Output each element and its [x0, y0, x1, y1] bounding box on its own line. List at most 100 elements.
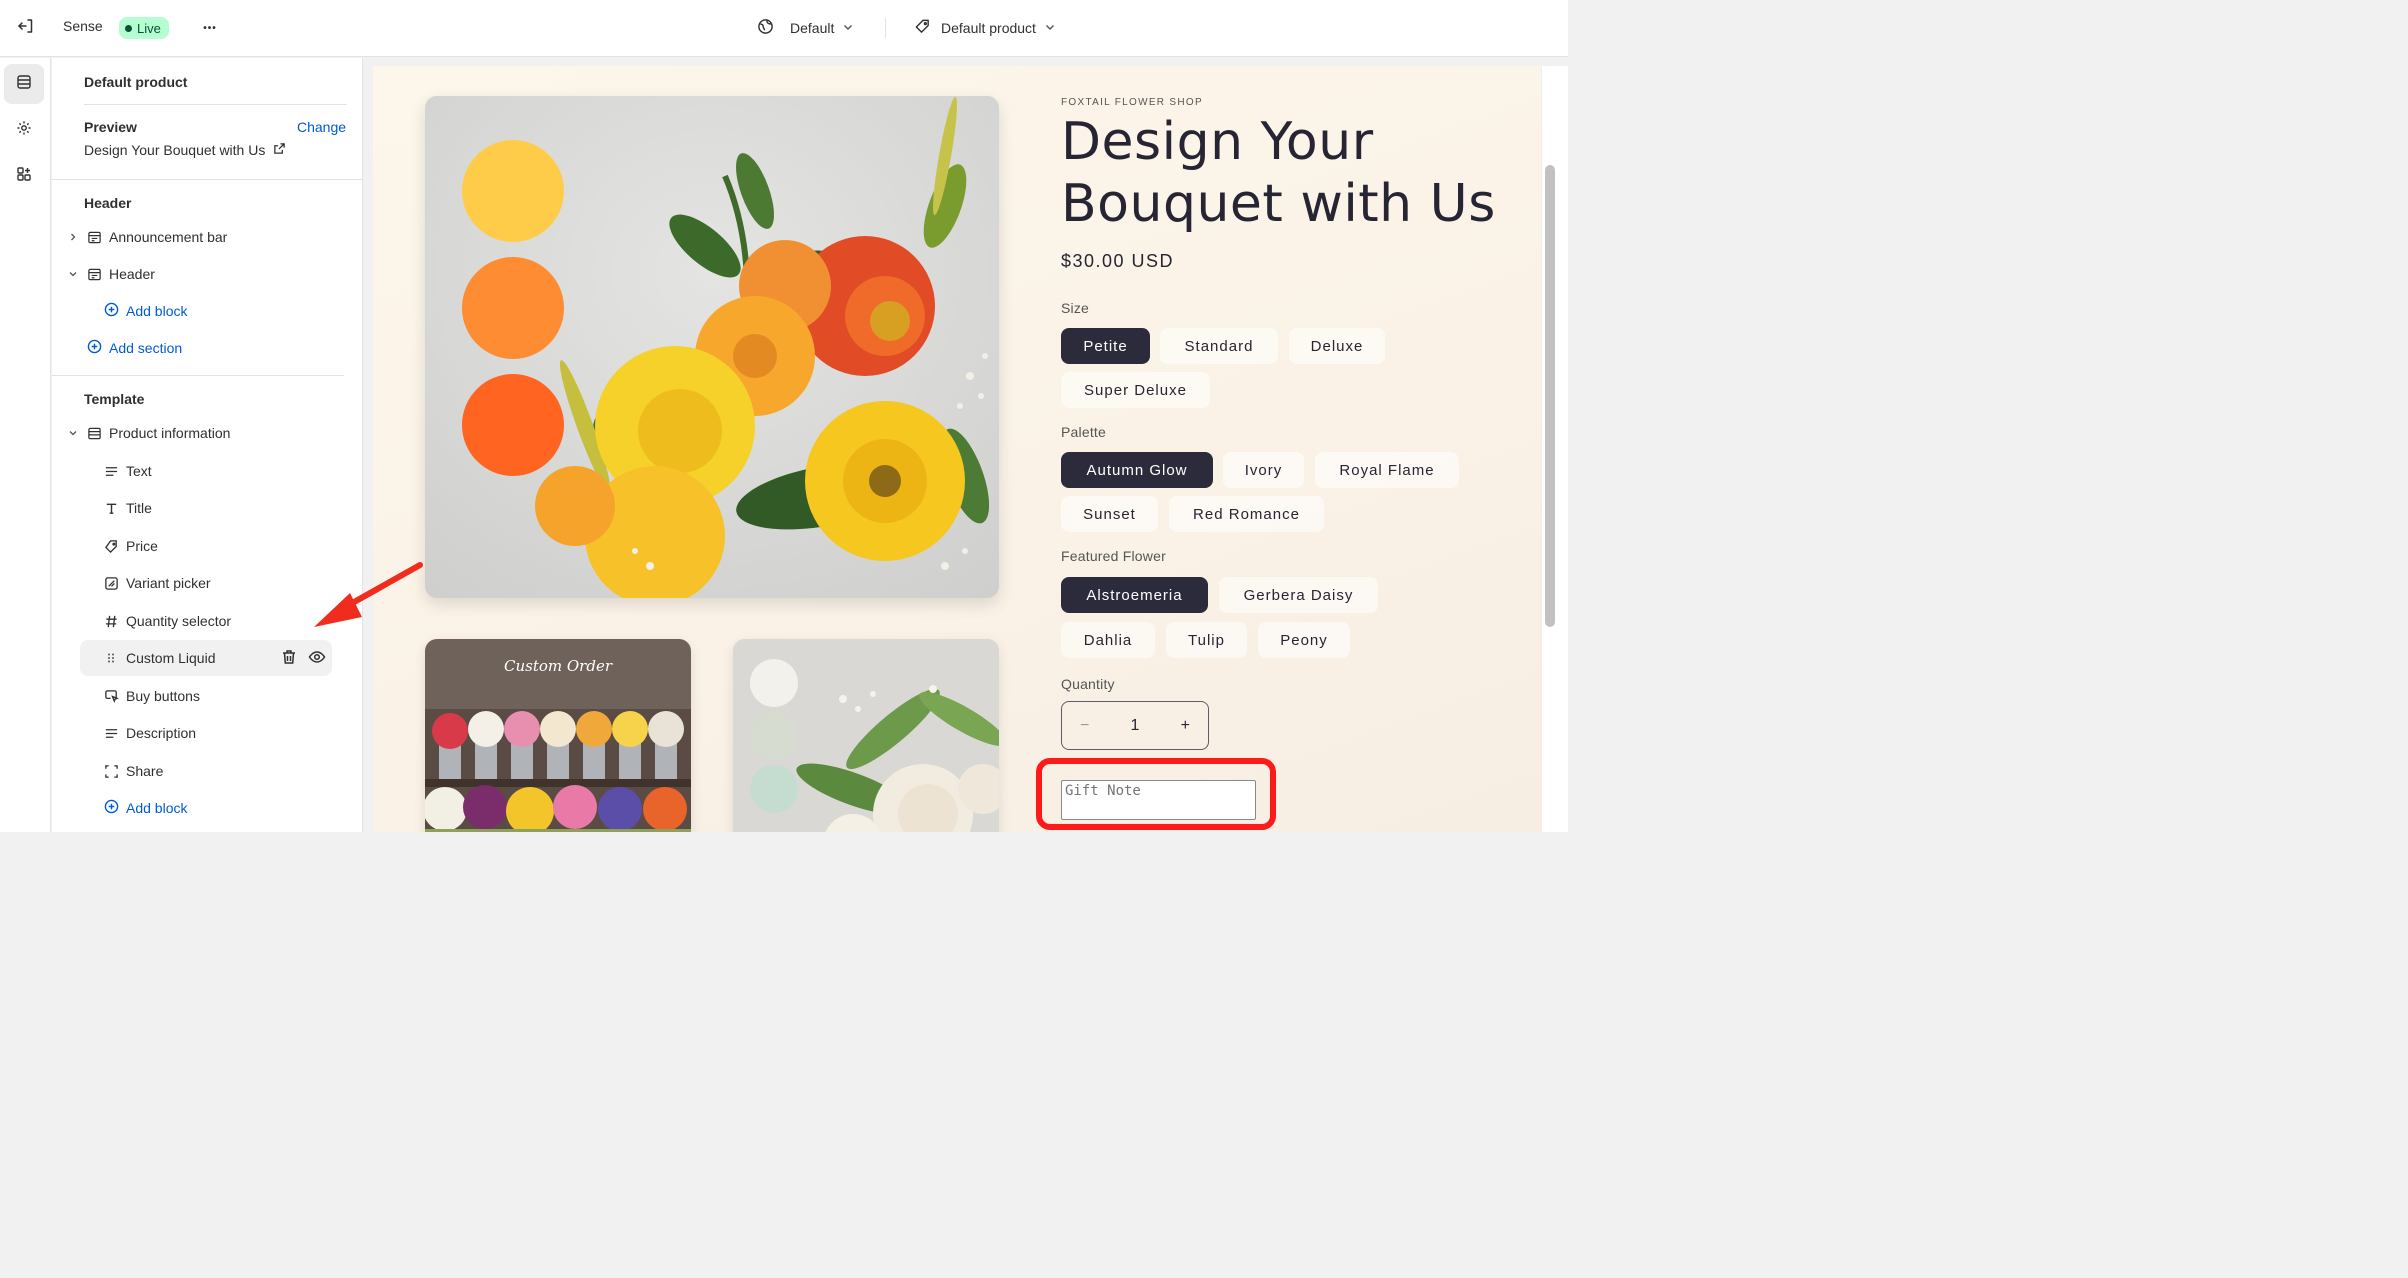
block-label: Price: [126, 538, 158, 554]
palette-option-red-romance[interactable]: Red Romance: [1169, 496, 1324, 532]
annotation-arrow: [314, 562, 423, 627]
block-title[interactable]: Title: [80, 490, 332, 526]
block-label: Custom Liquid: [126, 650, 216, 666]
block-buy-buttons[interactable]: Buy buttons: [80, 678, 332, 714]
text-lines-icon: [103, 463, 119, 479]
globe-icon: [757, 18, 774, 38]
thumbnail-caption: Custom Order: [503, 657, 612, 675]
share-frame-icon: [103, 763, 119, 779]
divider: [52, 179, 363, 180]
header-group-label: Header: [84, 195, 132, 211]
chevron-down-icon: [842, 20, 854, 36]
size-option-deluxe[interactable]: Deluxe: [1289, 328, 1385, 364]
palette-option-sunset[interactable]: Sunset: [1061, 496, 1158, 532]
plus-circle-icon: [104, 799, 119, 817]
block-description[interactable]: Description: [80, 715, 332, 751]
chevron-down-icon[interactable]: [66, 428, 80, 438]
preview-product-name: Design Your Bouquet with Us: [84, 142, 266, 158]
section-icon: [86, 229, 102, 245]
quantity-stepper: − 1 +: [1061, 701, 1209, 750]
section-icon: [86, 425, 102, 441]
apps-nav-button[interactable]: [4, 156, 44, 196]
sections-icon: [16, 74, 32, 95]
flower-option-gerbera-daisy[interactable]: Gerbera Daisy: [1219, 577, 1378, 613]
quantity-label: Quantity: [1061, 676, 1115, 692]
block-label: Quantity selector: [126, 613, 232, 629]
block-custom-liquid[interactable]: Custom Liquid: [80, 640, 332, 676]
block-variant-picker[interactable]: Variant picker: [80, 565, 332, 601]
size-option-label: Size: [1061, 300, 1090, 316]
section-product-information[interactable]: Product information: [66, 417, 230, 449]
more-actions-button[interactable]: •••: [198, 14, 222, 42]
add-block-header-button[interactable]: Add block: [104, 299, 187, 323]
section-icon: [86, 266, 102, 282]
section-label: Header: [109, 266, 155, 282]
sections-nav-button[interactable]: [4, 64, 44, 104]
block-label: Share: [126, 763, 164, 779]
template-select[interactable]: Default product: [914, 16, 1056, 40]
palette-swatch-yellow: [462, 140, 564, 242]
block-quantity-selector[interactable]: Quantity selector: [80, 603, 332, 639]
block-actions: [280, 648, 326, 669]
product-price: $30.00 USD: [1061, 251, 1175, 271]
size-option-super-deluxe[interactable]: Super Deluxe: [1061, 372, 1210, 408]
flower-option-dahlia[interactable]: Dahlia: [1061, 622, 1155, 658]
flower-option-peony[interactable]: Peony: [1258, 622, 1350, 658]
theme-settings-nav-button[interactable]: [4, 110, 44, 150]
chevron-right-icon[interactable]: [66, 232, 80, 242]
price-tag-icon: [103, 538, 119, 554]
add-section-button[interactable]: Add section: [87, 336, 182, 360]
palette-option-royal-flame[interactable]: Royal Flame: [1315, 452, 1459, 488]
tag-icon: [914, 18, 931, 38]
add-section-label: Add section: [109, 340, 183, 356]
add-block-label: Add block: [126, 800, 188, 816]
block-label: Variant picker: [126, 575, 211, 591]
thumbnail-ivory[interactable]: [733, 639, 999, 832]
change-preview-link[interactable]: Change: [297, 119, 346, 135]
main-product-image[interactable]: [425, 96, 999, 598]
preview-scrollbar-thumb[interactable]: [1545, 165, 1555, 627]
palette-option-autumn-glow[interactable]: Autumn Glow: [1061, 452, 1213, 488]
block-text[interactable]: Text: [80, 453, 332, 489]
block-label: Title: [126, 500, 152, 516]
block-share[interactable]: Share: [80, 753, 332, 789]
hash-icon: [103, 613, 119, 629]
top-divider: [885, 18, 886, 38]
palette-option-ivory[interactable]: Ivory: [1223, 452, 1304, 488]
quantity-value[interactable]: 1: [1131, 717, 1140, 735]
top-bar: Sense Live ••• Default Default product: [0, 0, 1568, 57]
sidebar-title: Default product: [84, 74, 188, 90]
size-option-standard[interactable]: Standard: [1160, 328, 1278, 364]
block-label: Description: [126, 725, 197, 741]
block-price[interactable]: Price: [80, 528, 332, 564]
section-announcement-bar[interactable]: Announcement bar: [66, 221, 227, 253]
exit-icon: [17, 17, 35, 40]
add-block-template-button[interactable]: Add block: [104, 796, 187, 820]
trash-icon[interactable]: [280, 648, 298, 669]
flower-option-alstroemeria[interactable]: Alstroemeria: [1061, 577, 1208, 613]
text-lines-icon: [103, 725, 119, 741]
live-status-text: Live: [137, 20, 161, 36]
section-label: Announcement bar: [109, 229, 228, 245]
flower-option-tulip[interactable]: Tulip: [1166, 622, 1247, 658]
locale-select[interactable]: Default: [757, 16, 854, 40]
preview-product[interactable]: Design Your Bouquet with Us: [84, 142, 286, 158]
theme-name: Sense: [63, 18, 103, 34]
gift-note-textarea[interactable]: [1061, 780, 1256, 820]
eye-icon[interactable]: [308, 648, 326, 669]
buy-button-icon: [103, 688, 119, 704]
thumbnail-custom-order[interactable]: Custom Order: [425, 639, 691, 832]
palette-swatch-mint: [750, 765, 798, 813]
drag-handle-icon[interactable]: [103, 650, 119, 666]
more-icon: •••: [203, 22, 217, 34]
exit-button[interactable]: [12, 14, 40, 42]
palette-option-label: Palette: [1061, 424, 1106, 440]
block-label: Buy buttons: [126, 688, 200, 704]
section-label: Product information: [109, 425, 231, 441]
size-option-petite[interactable]: Petite: [1061, 328, 1150, 364]
quantity-decrease-button[interactable]: −: [1080, 717, 1089, 735]
quantity-increase-button[interactable]: +: [1181, 717, 1190, 735]
chevron-down-icon[interactable]: [66, 269, 80, 279]
preview-label: Preview: [84, 119, 137, 135]
section-header[interactable]: Header: [66, 258, 155, 290]
